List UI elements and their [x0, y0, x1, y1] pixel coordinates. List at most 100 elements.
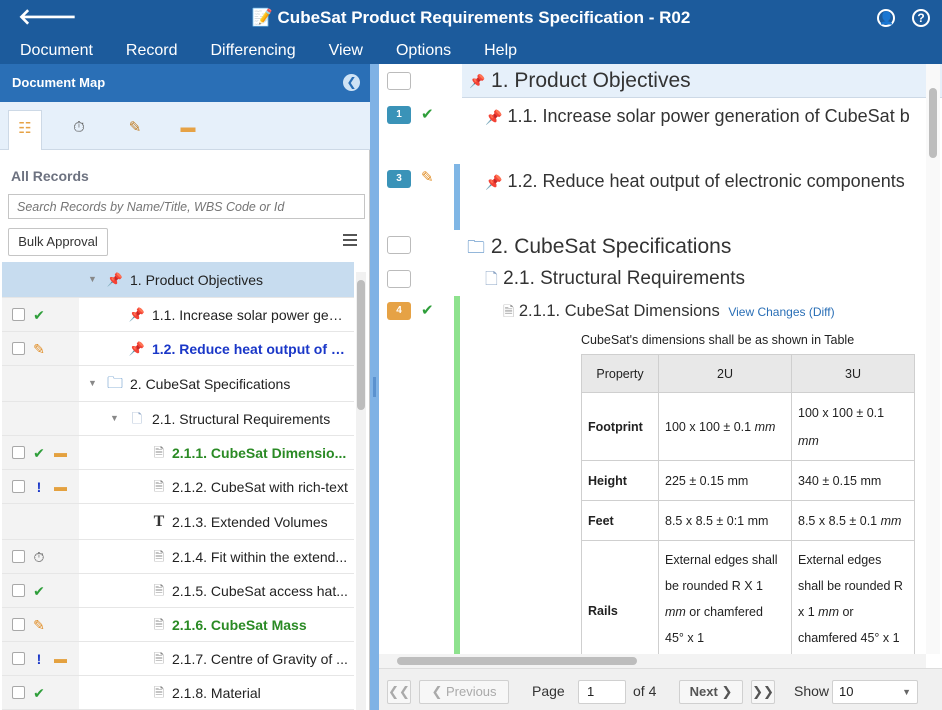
comment-icon[interactable]: ▬: [54, 479, 67, 495]
cell-unit: mm: [880, 513, 902, 528]
last-page-button[interactable]: ❯❯: [751, 680, 775, 704]
menu-help[interactable]: Help: [484, 36, 517, 64]
row-checkbox[interactable]: [12, 685, 25, 699]
pin-icon: 📌: [485, 109, 503, 125]
folder-icon: 🗀: [467, 237, 485, 257]
tree-row[interactable]: ✔ ▬ 🗎 2.1.1. CubeSat Dimensio...: [2, 436, 354, 470]
menu-differencing[interactable]: Differencing: [211, 36, 296, 64]
tree-row[interactable]: ▼ 🗋 2.1. Structural Requirements: [2, 402, 354, 436]
alert-icon: !: [36, 478, 42, 495]
search-records-input[interactable]: [8, 194, 365, 219]
tree-row-label: 2. CubeSat Specifications: [130, 375, 291, 392]
document-icon: 🗎: [153, 582, 165, 598]
heading-text: 1. Product Objectives: [491, 69, 691, 92]
tree-row[interactable]: ✎ 📌 1.2. Reduce heat output of e...: [2, 332, 354, 366]
comment-bubble-icon[interactable]: 4: [387, 302, 411, 320]
menu-document[interactable]: Document: [20, 36, 93, 64]
user-profile-icon[interactable]: 👤: [877, 9, 895, 27]
next-page-button[interactable]: Next ❯: [679, 680, 743, 704]
table-cell: Height: [581, 460, 659, 501]
menu-view[interactable]: View: [329, 36, 363, 64]
expand-triangle-icon[interactable]: ▼: [88, 274, 97, 284]
panel-splitter[interactable]: [370, 64, 379, 710]
tree-row[interactable]: ✎ 🗎 2.1.6. CubeSat Mass: [2, 608, 354, 642]
tree-row[interactable]: ⏱ 🗎 2.1.4. Fit within the extend...: [2, 540, 354, 574]
comment-bubble-icon[interactable]: 3: [387, 170, 411, 188]
comment-bubble-icon[interactable]: [387, 72, 411, 90]
approved-check-icon: ✔: [33, 582, 45, 599]
tree-row-label: 2.1.8. Material: [172, 684, 261, 701]
tree-view-tab-icon[interactable]: ☷: [8, 110, 42, 150]
comments-tab-icon[interactable]: ▬: [171, 110, 205, 150]
expand-triangle-icon[interactable]: ▼: [88, 378, 97, 388]
first-page-button[interactable]: ❮❮: [387, 680, 411, 704]
title-bar: 🡐 📝 CubeSat Product Requirements Specifi…: [0, 0, 942, 36]
view-changes-link[interactable]: View Changes (Diff): [728, 305, 834, 319]
tree-row[interactable]: ▼ 📌 1. Product Objectives: [2, 262, 354, 298]
row-checkbox[interactable]: [12, 479, 25, 493]
approved-bar: [454, 296, 460, 654]
content-vertical-scrollbar[interactable]: [926, 64, 940, 654]
tree-row[interactable]: T 2.1.3. Extended Volumes: [2, 504, 354, 540]
menu-options[interactable]: Options: [396, 36, 451, 64]
comment-bubble-icon[interactable]: [387, 236, 411, 254]
pager: ❮❮ ❮ Previous Page 1 of 4 Next ❯ ❯❯ Show…: [379, 668, 942, 710]
tree-row[interactable]: ! ▬ 🗎 2.1.2. CubeSat with rich-text: [2, 470, 354, 504]
show-label: Show: [794, 683, 830, 699]
row-checkbox[interactable]: [12, 583, 25, 597]
cell-text: 8.5 x 8.5 ± 0.1: [798, 513, 878, 528]
document-icon: 🗎: [503, 303, 515, 319]
comment-bubble-icon[interactable]: [387, 270, 411, 288]
content-horizontal-scrollbar[interactable]: [379, 654, 926, 668]
page-label: Page: [532, 683, 565, 699]
tree-row[interactable]: ▼ 🗀 2. CubeSat Specifications: [2, 366, 354, 402]
heading-text: 2.1.1. CubeSat Dimensions: [518, 302, 720, 320]
page-number-input[interactable]: 1: [578, 680, 626, 704]
page-size-select[interactable]: 10 ▼: [832, 680, 918, 704]
help-icon[interactable]: ?: [912, 9, 930, 27]
comment-bubble-icon[interactable]: 1: [387, 106, 411, 124]
tree-row[interactable]: ✔ 🗎 2.1.8. Material: [2, 676, 354, 710]
cell-unit: mm: [818, 605, 839, 619]
document-map-panel: Document Map ❮ ☷ ⏱ ✎ ▬ All Records Bulk …: [0, 64, 370, 710]
bulk-approval-button[interactable]: Bulk Approval: [8, 228, 108, 256]
row-checkbox[interactable]: [12, 651, 25, 665]
table-cell: 340 ± 0.15 mm: [791, 460, 915, 501]
expand-triangle-icon[interactable]: ▼: [110, 413, 119, 423]
history-tab-icon[interactable]: ⏱: [62, 110, 96, 150]
row-checkbox[interactable]: [12, 549, 25, 563]
tree-scrollbar[interactable]: [356, 272, 366, 710]
edit-tab-icon[interactable]: ✎: [118, 110, 152, 150]
tree-row-label: 2.1.2. CubeSat with rich-text: [172, 478, 348, 495]
tree-row-label: 2.1.7. Centre of Gravity of ...: [172, 650, 348, 667]
heading-2-1: 🗋 2.1. Structural Requirements: [485, 268, 745, 291]
row-checkbox[interactable]: [12, 445, 25, 459]
row-gutter: [2, 504, 79, 539]
row-checkbox[interactable]: [12, 617, 25, 631]
row-checkbox[interactable]: [12, 307, 25, 321]
row-checkbox[interactable]: [12, 341, 25, 355]
heading-2: 🗀 2. CubeSat Specifications: [467, 235, 731, 259]
document-title: 📝 CubeSat Product Requirements Specifica…: [251, 8, 691, 27]
table-cell: 100 x 100 ± 0.1 mm: [791, 392, 915, 461]
tree-row[interactable]: ✔ 🗎 2.1.5. CubeSat access hat...: [2, 574, 354, 608]
tree-row[interactable]: ✔ 📌 1.1. Increase solar power gen...: [2, 298, 354, 332]
tree-row-label: 1.1. Increase solar power gen...: [152, 306, 348, 323]
table-cell: 8.5 x 8.5 ± 0:1 mm: [658, 500, 792, 541]
table-cell: 8.5 x 8.5 ± 0.1 mm: [791, 500, 915, 541]
edit-pencil-icon: ✎: [421, 169, 434, 186]
comment-icon[interactable]: ▬: [54, 651, 67, 667]
tree-row[interactable]: ! ▬ 🗎 2.1.7. Centre of Gravity of ...: [2, 642, 354, 676]
comment-icon[interactable]: ▬: [54, 445, 67, 461]
collapse-panel-icon[interactable]: ❮: [343, 74, 360, 91]
previous-page-button[interactable]: ❮ Previous: [419, 680, 509, 704]
table-header: Property: [581, 354, 659, 393]
table-cell: 225 ± 0.15 mm: [658, 460, 792, 501]
document-map-title: Document Map: [12, 75, 106, 90]
menu-record[interactable]: Record: [126, 36, 178, 64]
hamburger-menu-icon[interactable]: [343, 234, 357, 249]
approved-check-icon: ✔: [33, 306, 45, 323]
cell-text: 100 x 100 ± 0.1: [798, 405, 885, 420]
page-count: of 4: [633, 683, 657, 699]
table-cell: External edges shall be rounded R X 1 mm…: [658, 540, 792, 654]
